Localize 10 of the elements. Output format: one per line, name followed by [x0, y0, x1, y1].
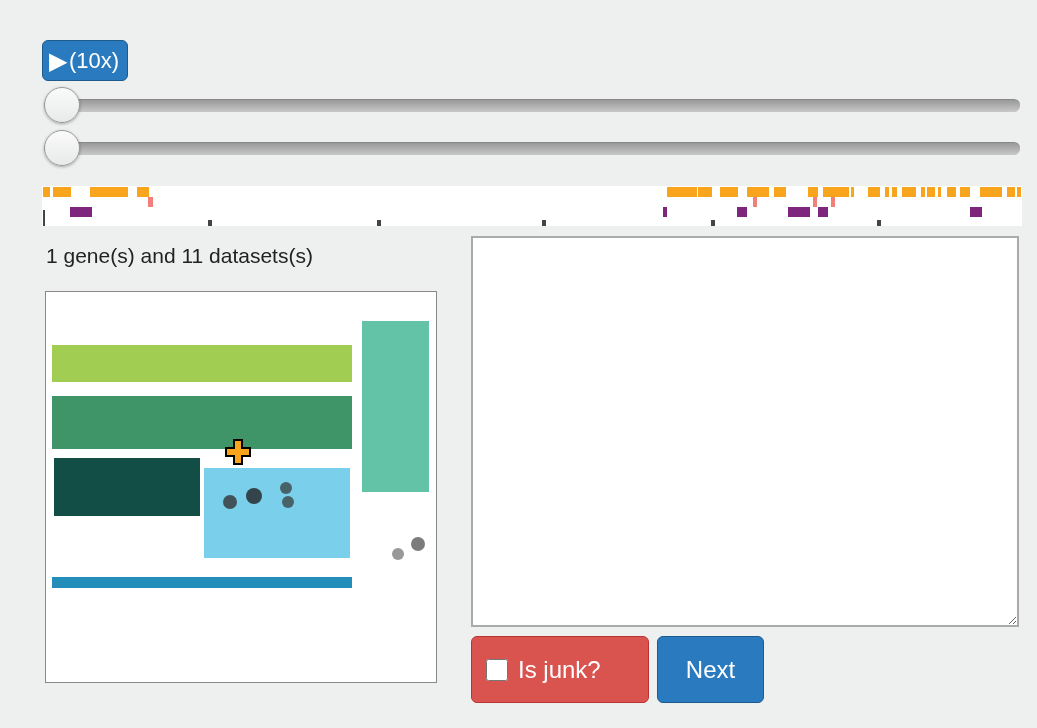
- junk-button[interactable]: Is junk?: [471, 636, 649, 703]
- play-button[interactable]: ▶(10x): [42, 40, 129, 81]
- slider[interactable]: [44, 130, 1020, 167]
- slider[interactable]: [44, 87, 1020, 124]
- slider-handle[interactable]: [44, 130, 80, 166]
- slider-handle[interactable]: [44, 87, 80, 123]
- summary-text: 1 gene(s) and 11 datasets(s): [46, 244, 314, 268]
- notes-field[interactable]: [471, 236, 1019, 627]
- junk-checkbox[interactable]: [486, 658, 508, 681]
- next-button[interactable]: Next: [657, 636, 764, 703]
